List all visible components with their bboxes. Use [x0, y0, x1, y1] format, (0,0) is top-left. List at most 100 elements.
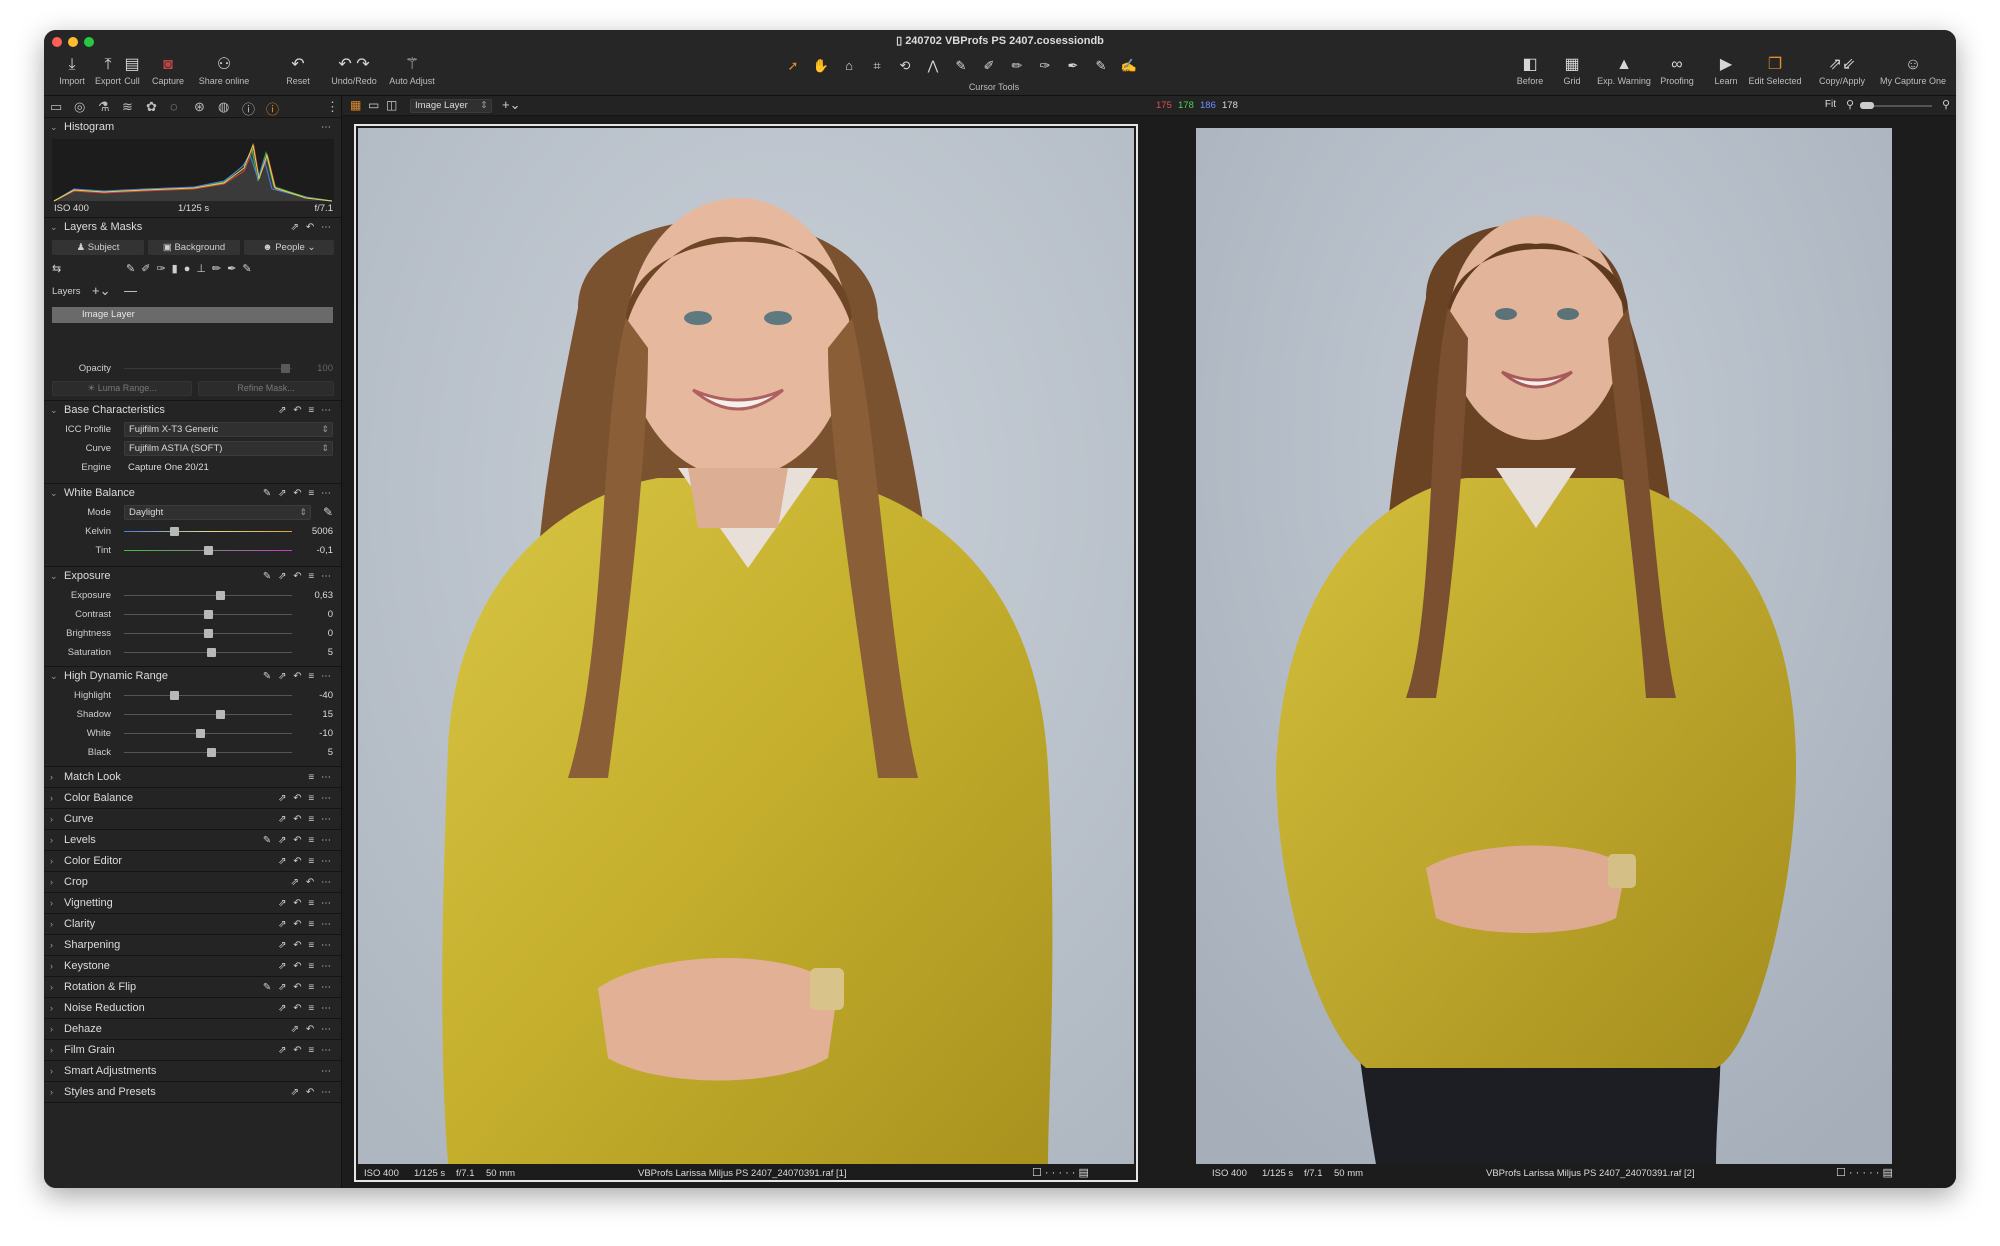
more-icon[interactable]: ⋯	[321, 118, 333, 137]
slider-track[interactable]	[124, 648, 292, 657]
slider-value[interactable]: 5	[328, 743, 333, 762]
people-mask-button[interactable]: ☻ People ⌄	[244, 240, 334, 255]
crop-tab-icon[interactable]: ◌	[170, 99, 178, 114]
slider-value[interactable]: 0,63	[315, 586, 334, 605]
slider-value[interactable]: -40	[319, 686, 333, 705]
tool-actions-icon[interactable]: ⇗ ↶ ≡ ⋯	[278, 998, 333, 1019]
slider-knob[interactable]	[170, 691, 180, 700]
layers-masks-header[interactable]: ⌄ Layers & Masks ⇗ ↶ ⋯	[44, 218, 341, 237]
slider-value[interactable]: 5	[328, 643, 333, 662]
multi-view-icon[interactable]: ▦	[350, 98, 361, 112]
exposure-warning-button[interactable]: ▲ Exp. Warning	[1594, 54, 1654, 86]
tool-section-crop[interactable]: › Crop ⇗ ↶ ⋯	[44, 872, 341, 893]
slider-knob[interactable]	[204, 610, 213, 619]
tool-section-clarity[interactable]: › Clarity ⇗ ↶ ≡ ⋯	[44, 914, 341, 935]
slider-value[interactable]: 0	[328, 624, 333, 643]
base-characteristics-header[interactable]: ⌄ Base Characteristics ⇗ ↶ ≡ ⋯	[44, 401, 341, 420]
swap-icon[interactable]: ⇆	[52, 262, 61, 275]
auto-adjust-button[interactable]: ⚚ Auto Adjust	[382, 54, 442, 86]
layer-item[interactable]: Image Layer	[52, 307, 333, 323]
keystone-cursor-tool[interactable]: ⋀	[920, 58, 946, 76]
single-view-icon[interactable]: ▭	[368, 98, 379, 112]
tool-actions-icon[interactable]: ⇗ ↶ ≡ ⋯	[278, 893, 333, 914]
slider-knob[interactable]	[215, 591, 225, 600]
share-online-button[interactable]: ⚇ Share online	[194, 54, 254, 86]
opacity-value[interactable]: 100	[317, 359, 333, 378]
photo-primary[interactable]	[358, 128, 1134, 1164]
exposure-actions-icon[interactable]: ✎ ⇗ ↶ ≡ ⋯	[263, 567, 333, 586]
base-actions-icon[interactable]: ⇗ ↶ ≡ ⋯	[278, 401, 333, 420]
color-tab-icon[interactable]: ✿	[146, 99, 157, 115]
tool-section-match-look[interactable]: › Match Look ≡ ⋯	[44, 767, 341, 788]
refine-mask-button[interactable]: Refine Mask...	[198, 381, 334, 396]
capture-button[interactable]: ◙ Capture	[146, 54, 190, 86]
zoom-fit-label[interactable]: Fit	[1825, 99, 1836, 110]
add-icon[interactable]: +⌄	[502, 97, 520, 113]
grid-button[interactable]: ▦ Grid	[1550, 54, 1594, 86]
copy-apply-button[interactable]: ⇗⇙ Copy/Apply	[1810, 54, 1874, 86]
slider-knob[interactable]	[207, 648, 217, 657]
slider-track[interactable]	[124, 691, 292, 700]
undo-redo-button[interactable]: ↶ ↷ Undo/Redo	[324, 54, 384, 86]
tool-section-keystone[interactable]: › Keystone ⇗ ↶ ≡ ⋯	[44, 956, 341, 977]
mask-brush-icons[interactable]: ✎✐✑▮●⊥✏✒✎	[126, 262, 258, 275]
tool-actions-icon[interactable]: ⇗ ↶ ≡ ⋯	[278, 914, 333, 935]
tool-actions-icon[interactable]: ⇗ ↶ ≡ ⋯	[278, 809, 333, 830]
tool-actions-icon[interactable]: ⇗ ↶ ⋯	[291, 1019, 333, 1040]
picker-cursor-tool[interactable]: ✎	[948, 58, 974, 76]
zoom-slider[interactable]	[1860, 102, 1932, 109]
kelvin-value[interactable]: 5006	[312, 522, 333, 541]
remove-layer-icon[interactable]: —	[124, 283, 137, 298]
luma-range-button[interactable]: ☀ Luma Range...	[52, 381, 192, 396]
tool-section-smart-adjustments[interactable]: › Smart Adjustments ⋯	[44, 1061, 341, 1082]
tool-actions-icon[interactable]: ≡ ⋯	[308, 767, 333, 788]
layers-tab-icon[interactable]: ⊛	[194, 99, 205, 115]
slider-knob[interactable]	[195, 729, 205, 738]
pan-cursor-tool[interactable]: ✋	[808, 58, 834, 76]
layers-actions-icon[interactable]: ⇗ ↶ ⋯	[291, 218, 333, 237]
slider-knob[interactable]	[204, 629, 213, 638]
hdr-header[interactable]: ⌄ High Dynamic Range ✎ ⇗ ↶ ≡ ⋯	[44, 667, 341, 686]
details-tab-icon[interactable]: ◍	[218, 99, 229, 115]
crop-cursor-tool[interactable]: ⌗	[864, 58, 890, 76]
opacity-knob[interactable]	[281, 364, 291, 373]
add-layer-icon[interactable]: +⌄	[92, 283, 110, 299]
rating-stars-2[interactable]: ☐ · · · · · ▤	[1836, 1166, 1893, 1179]
tool-actions-icon[interactable]: ⇗ ↶ ≡ ⋯	[278, 1040, 333, 1061]
tool-section-curve[interactable]: › Curve ⇗ ↶ ≡ ⋯	[44, 809, 341, 830]
brush-cursor-tool[interactable]: ✏	[1004, 58, 1030, 76]
tint-knob[interactable]	[204, 546, 213, 555]
slider-track[interactable]	[124, 748, 292, 757]
tool-section-rotation-flip[interactable]: › Rotation & Flip ✎ ⇗ ↶ ≡ ⋯	[44, 977, 341, 998]
curve-select[interactable]: Fujifilm ASTIA (SOFT)	[124, 441, 333, 456]
tool-section-styles-and-presets[interactable]: › Styles and Presets ⇗ ↶ ⋯	[44, 1082, 341, 1103]
wb-actions-icon[interactable]: ✎ ⇗ ↶ ≡ ⋯	[263, 484, 333, 503]
slider-knob[interactable]	[215, 710, 225, 719]
slider-track[interactable]	[124, 610, 292, 619]
exposure-header[interactable]: ⌄ Exposure ✎ ⇗ ↶ ≡ ⋯	[44, 567, 341, 586]
erase-cursor-tool[interactable]: ✑	[1032, 58, 1058, 76]
select-cursor-tool[interactable]: ➚	[780, 58, 806, 76]
eyedropper-icon[interactable]: ✎	[323, 503, 333, 522]
tool-actions-icon[interactable]: ⇗ ↶ ≡ ⋯	[278, 956, 333, 977]
slider-value[interactable]: -10	[319, 724, 333, 743]
tool-section-levels[interactable]: › Levels ✎ ⇗ ↶ ≡ ⋯	[44, 830, 341, 851]
reset-button[interactable]: ↶ Reset	[278, 54, 318, 86]
tool-actions-icon[interactable]: ⇗ ↶ ⋯	[291, 872, 333, 893]
heal-cursor-tool[interactable]: ✐	[976, 58, 1002, 76]
background-mask-button[interactable]: ▣ Background	[148, 240, 240, 255]
gradient-cursor-tool[interactable]: ✒	[1060, 58, 1086, 76]
slider-track[interactable]	[124, 629, 292, 638]
metadata-tab-icon[interactable]: ⓘ	[242, 99, 255, 118]
slider-track[interactable]	[124, 729, 292, 738]
tool-actions-icon[interactable]: ⇗ ↶ ≡ ⋯	[278, 851, 333, 872]
tool-actions-icon[interactable]: ⇗ ↶ ⋯	[291, 1082, 333, 1103]
zoom-knob[interactable]	[1860, 102, 1874, 109]
slider-track[interactable]	[124, 591, 292, 600]
tool-section-film-grain[interactable]: › Film Grain ⇗ ↶ ≡ ⋯	[44, 1040, 341, 1061]
lens-tab-icon[interactable]: ⚗	[98, 99, 110, 115]
kelvin-slider[interactable]	[124, 527, 292, 536]
capture-tab-icon[interactable]: ◎	[74, 99, 85, 115]
more-tabs-icon[interactable]: ⋮	[326, 99, 339, 115]
rotate-cursor-tool[interactable]: ⟲	[892, 58, 918, 76]
